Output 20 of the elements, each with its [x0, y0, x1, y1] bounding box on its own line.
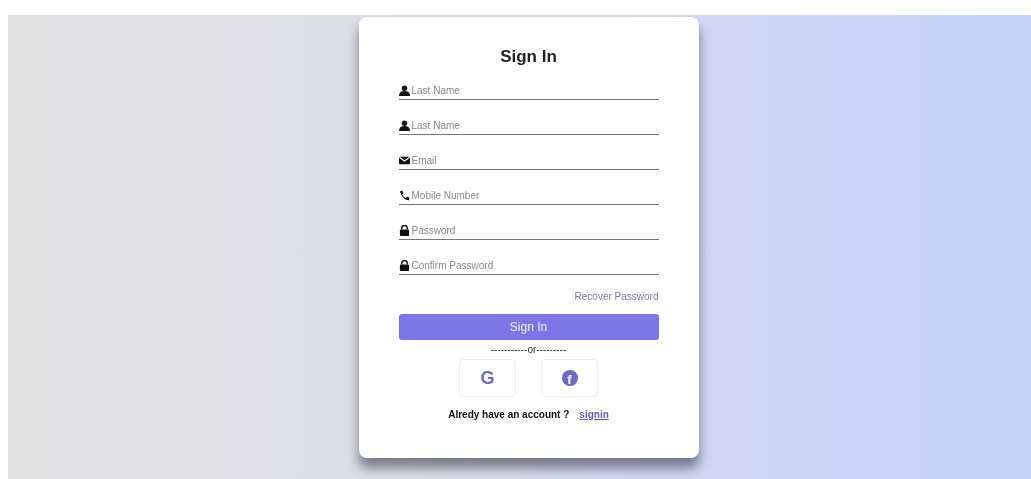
input-field[interactable]: Last Name [411, 119, 659, 131]
input-field[interactable]: Password [411, 224, 659, 236]
sign-in-link[interactable]: signin [579, 409, 609, 420]
user-icon [398, 84, 410, 96]
or-divider: -----------or--------- [489, 344, 568, 356]
input-field[interactable]: Email [411, 154, 659, 166]
account-prompt: Alredy have an account ? [448, 409, 570, 420]
social-login-button[interactable]: f [541, 359, 598, 397]
phone-icon [398, 189, 410, 201]
lock-icon [398, 224, 410, 236]
lock-icon [398, 259, 410, 271]
social-login-button[interactable]: G [459, 359, 516, 397]
user-icon [398, 119, 410, 131]
input-field[interactable]: Mobile Number [411, 189, 659, 201]
envelope-icon [398, 154, 410, 166]
input-field[interactable]: Confirm Password [411, 259, 659, 271]
input-field[interactable]: Last Name [411, 84, 659, 96]
sign-in-button[interactable]: Sign In [398, 314, 659, 340]
form-title: Sign In [499, 47, 558, 67]
recover-password-link[interactable]: Recover Password [574, 291, 659, 302]
